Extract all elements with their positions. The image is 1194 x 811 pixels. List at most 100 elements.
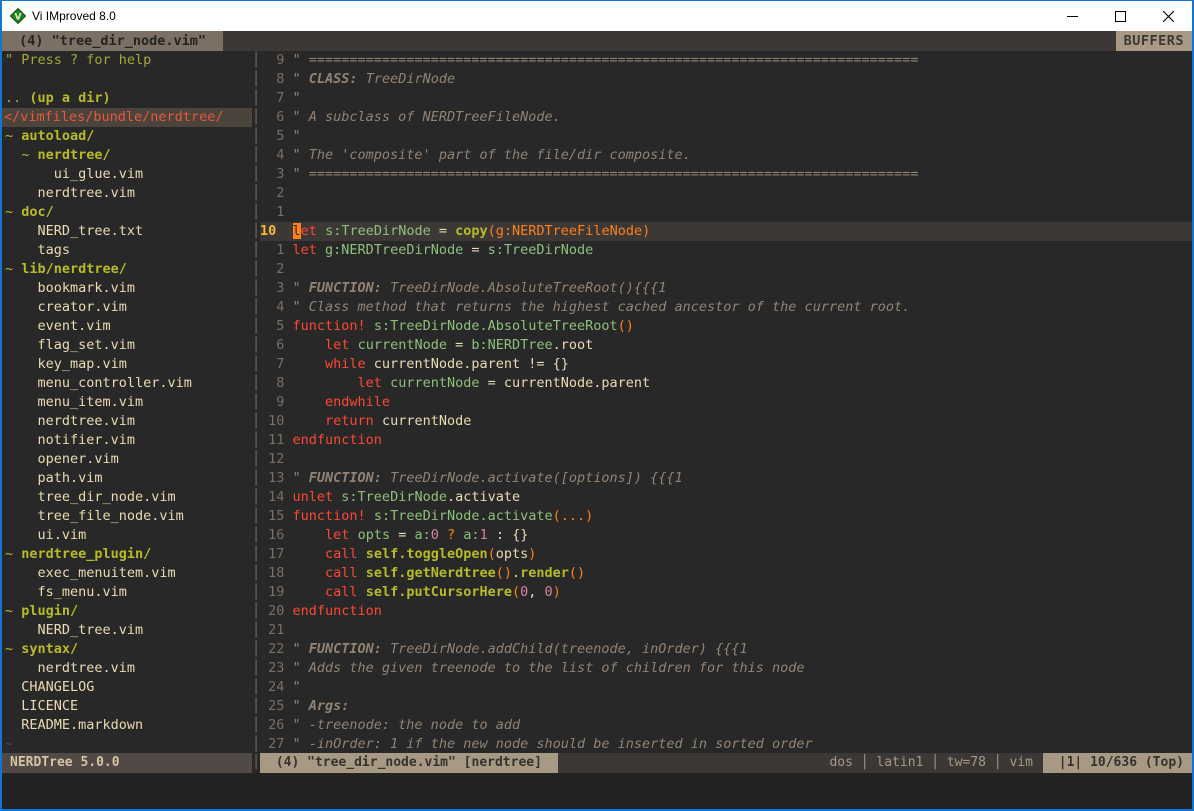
code-line[interactable]: 2 [260, 184, 1192, 203]
code-line[interactable]: 6 " A subclass of NERDTreeFileNode. [260, 108, 1192, 127]
code-line[interactable]: 25 " Args: [260, 697, 1192, 716]
code-line[interactable]: 12 [260, 450, 1192, 469]
text-segment: ~ [21, 147, 37, 163]
code-line-current[interactable]: 10 let s:TreeDirNode = copy(g:NERDTreeFi… [260, 222, 1192, 241]
code-line[interactable]: 5 " [260, 127, 1192, 146]
tree-item-syntax[interactable]: ~ syntax/ [2, 640, 252, 659]
main-area: " Press ? for help.. (up a dir)</vimfile… [2, 51, 1192, 753]
code-line[interactable]: 21 [260, 621, 1192, 640]
tree-item-tree-file-node-vim[interactable]: tree_file_node.vim [2, 507, 252, 526]
code-line[interactable]: 11 endfunction [260, 431, 1192, 450]
code-line[interactable]: 1 [260, 203, 1192, 222]
tree-item-menu-item-vim[interactable]: menu_item.vim [2, 393, 252, 412]
tree-item-autoload-nerdtree[interactable]: ~ nerdtree/ [2, 146, 252, 165]
tree-item-ui-glue-vim[interactable]: ui_glue.vim [2, 165, 252, 184]
tree-item-licence[interactable]: LICENCE [2, 697, 252, 716]
text-segment: " The 'composite' part of the file/dir c… [293, 147, 691, 163]
separator-glyph: │ [252, 526, 260, 545]
text-segment [293, 584, 326, 600]
tab-bar-fill [223, 31, 1115, 51]
code-line[interactable]: 26 " -treenode: the node to add [260, 716, 1192, 735]
tree-item-autoload[interactable]: ~ autoload/ [2, 127, 252, 146]
code-line[interactable]: 24 " [260, 678, 1192, 697]
code-line[interactable]: 17 call self.toggleOpen(opts) [260, 545, 1192, 564]
text-segment: 24 [260, 679, 293, 695]
tree-item-readme-markdown[interactable]: README.markdown [2, 716, 252, 735]
code-line[interactable]: 15 function! s:TreeDirNode.activate(...) [260, 507, 1192, 526]
code-line[interactable]: 20 endfunction [260, 602, 1192, 621]
tree-item-ui-vim[interactable]: ui.vim [2, 526, 252, 545]
text-segment: self.getNerdtree [366, 565, 496, 581]
text-segment: " [293, 128, 301, 144]
text-segment [349, 527, 357, 543]
tree-root-path[interactable]: </vimfiles/bundle/nerdtree/ [2, 108, 252, 127]
code-line[interactable]: 7 " [260, 89, 1192, 108]
text-segment: opener.vim [5, 451, 119, 467]
code-line[interactable]: 16 let opts = a:0 ? a:1 : {} [260, 526, 1192, 545]
maximize-button[interactable] [1096, 1, 1144, 31]
tree-item-doc[interactable]: ~ doc/ [2, 203, 252, 222]
code-line[interactable]: 5 function! s:TreeDirNode.AbsoluteTreeRo… [260, 317, 1192, 336]
code-line[interactable]: 3 " FUNCTION: TreeDirNode.AbsoluteTreeRo… [260, 279, 1192, 298]
code-line[interactable]: 4 " The 'composite' part of the file/dir… [260, 146, 1192, 165]
code-line[interactable]: 19 call self.putCursorHere(0, 0) [260, 583, 1192, 602]
maximize-icon [1115, 11, 1126, 22]
text-segment: g:NERDTreeDirNode [325, 242, 463, 258]
code-line[interactable]: 18 call self.getNerdtree().render() [260, 564, 1192, 583]
text-segment: 2 [260, 261, 293, 277]
tree-item-nerd-tree-vim[interactable]: NERD_tree.vim [2, 621, 252, 640]
separator-glyph: │ [252, 222, 260, 241]
tree-item-nerdtree-vim-lib[interactable]: nerdtree.vim [2, 412, 252, 431]
tree-item-tags[interactable]: tags [2, 241, 252, 260]
window-separator[interactable]: │││││││││││││││││││││││││││││││││││││ [252, 51, 260, 753]
tree-item-path-vim[interactable]: path.vim [2, 469, 252, 488]
text-segment: menu_controller.vim [5, 375, 192, 391]
tree-item-menu-controller-vim[interactable]: menu_controller.vim [2, 374, 252, 393]
tree-item-tree-dir-node-vim[interactable]: tree_dir_node.vim [2, 488, 252, 507]
close-button[interactable] [1144, 1, 1192, 31]
tree-item-notifier-vim[interactable]: notifier.vim [2, 431, 252, 450]
code-line[interactable]: 8 " CLASS: TreeDirNode [260, 70, 1192, 89]
code-line[interactable]: 9 " ====================================… [260, 51, 1192, 70]
tree-item-exec-menuitem-vim[interactable]: exec_menuitem.vim [2, 564, 252, 583]
code-line[interactable]: 3 " ====================================… [260, 165, 1192, 184]
code-line[interactable]: 27 " -inOrder: 1 if the new node should … [260, 735, 1192, 753]
minimize-button[interactable] [1048, 1, 1096, 31]
separator-glyph: │ [252, 127, 260, 146]
tree-item-creator-vim[interactable]: creator.vim [2, 298, 252, 317]
text-segment: s:TreeDirNode.activate [374, 508, 553, 524]
code-line[interactable]: 9 endwhile [260, 393, 1192, 412]
code-line[interactable]: 1 let g:NERDTreeDirNode = s:TreeDirNode [260, 241, 1192, 260]
tree-item-nerdtree-vim-autoload[interactable]: nerdtree.vim [2, 184, 252, 203]
tree-item-key-map-vim[interactable]: key_map.vim [2, 355, 252, 374]
tab-active-tree-dir-node[interactable]: (4) "tree_dir_node.vim" [2, 31, 223, 51]
text-segment: TreeDirNode.activate([options]) {{{1 [390, 470, 683, 486]
tree-item-opener-vim[interactable]: opener.vim [2, 450, 252, 469]
code-line[interactable]: 8 let currentNode = currentNode.parent [260, 374, 1192, 393]
code-line[interactable]: 22 " FUNCTION: TreeDirNode.addChild(tree… [260, 640, 1192, 659]
code-line[interactable]: 6 let currentNode = b:NERDTree.root [260, 336, 1192, 355]
tree-item-up-dir[interactable]: .. (up a dir) [2, 89, 252, 108]
code-line[interactable]: 7 while currentNode.parent != {} [260, 355, 1192, 374]
tree-item-fs-menu-vim[interactable]: fs_menu.vim [2, 583, 252, 602]
code-line[interactable]: 14 unlet s:TreeDirNode.activate [260, 488, 1192, 507]
code-line[interactable]: 2 [260, 260, 1192, 279]
text-segment: </vimfiles/bundle/nerdtree/ [4, 109, 223, 125]
text-segment: NERD_tree.vim [5, 622, 143, 638]
tree-item-bookmark-vim[interactable]: bookmark.vim [2, 279, 252, 298]
tree-item-plugin[interactable]: ~ plugin/ [2, 602, 252, 621]
code-line[interactable]: 23 " Adds the given treenode to the list… [260, 659, 1192, 678]
tree-item-event-vim[interactable]: event.vim [2, 317, 252, 336]
separator-glyph: │ [252, 298, 260, 317]
code-line[interactable]: 10 return currentNode [260, 412, 1192, 431]
command-line[interactable] [2, 773, 1192, 809]
tree-item-lib-nerdtree[interactable]: ~ lib/nerdtree/ [2, 260, 252, 279]
tree-item-flag-set-vim[interactable]: flag_set.vim [2, 336, 252, 355]
tree-item-nerdtree-vim-syntax[interactable]: nerdtree.vim [2, 659, 252, 678]
text-segment: opts [358, 527, 391, 543]
code-line[interactable]: 13 " FUNCTION: TreeDirNode.activate([opt… [260, 469, 1192, 488]
tree-item-nerd-tree-txt[interactable]: NERD_tree.txt [2, 222, 252, 241]
tree-item-changelog[interactable]: CHANGELOG [2, 678, 252, 697]
code-line[interactable]: 4 " Class method that returns the highes… [260, 298, 1192, 317]
tree-item-nerdtree-plugin[interactable]: ~ nerdtree_plugin/ [2, 545, 252, 564]
